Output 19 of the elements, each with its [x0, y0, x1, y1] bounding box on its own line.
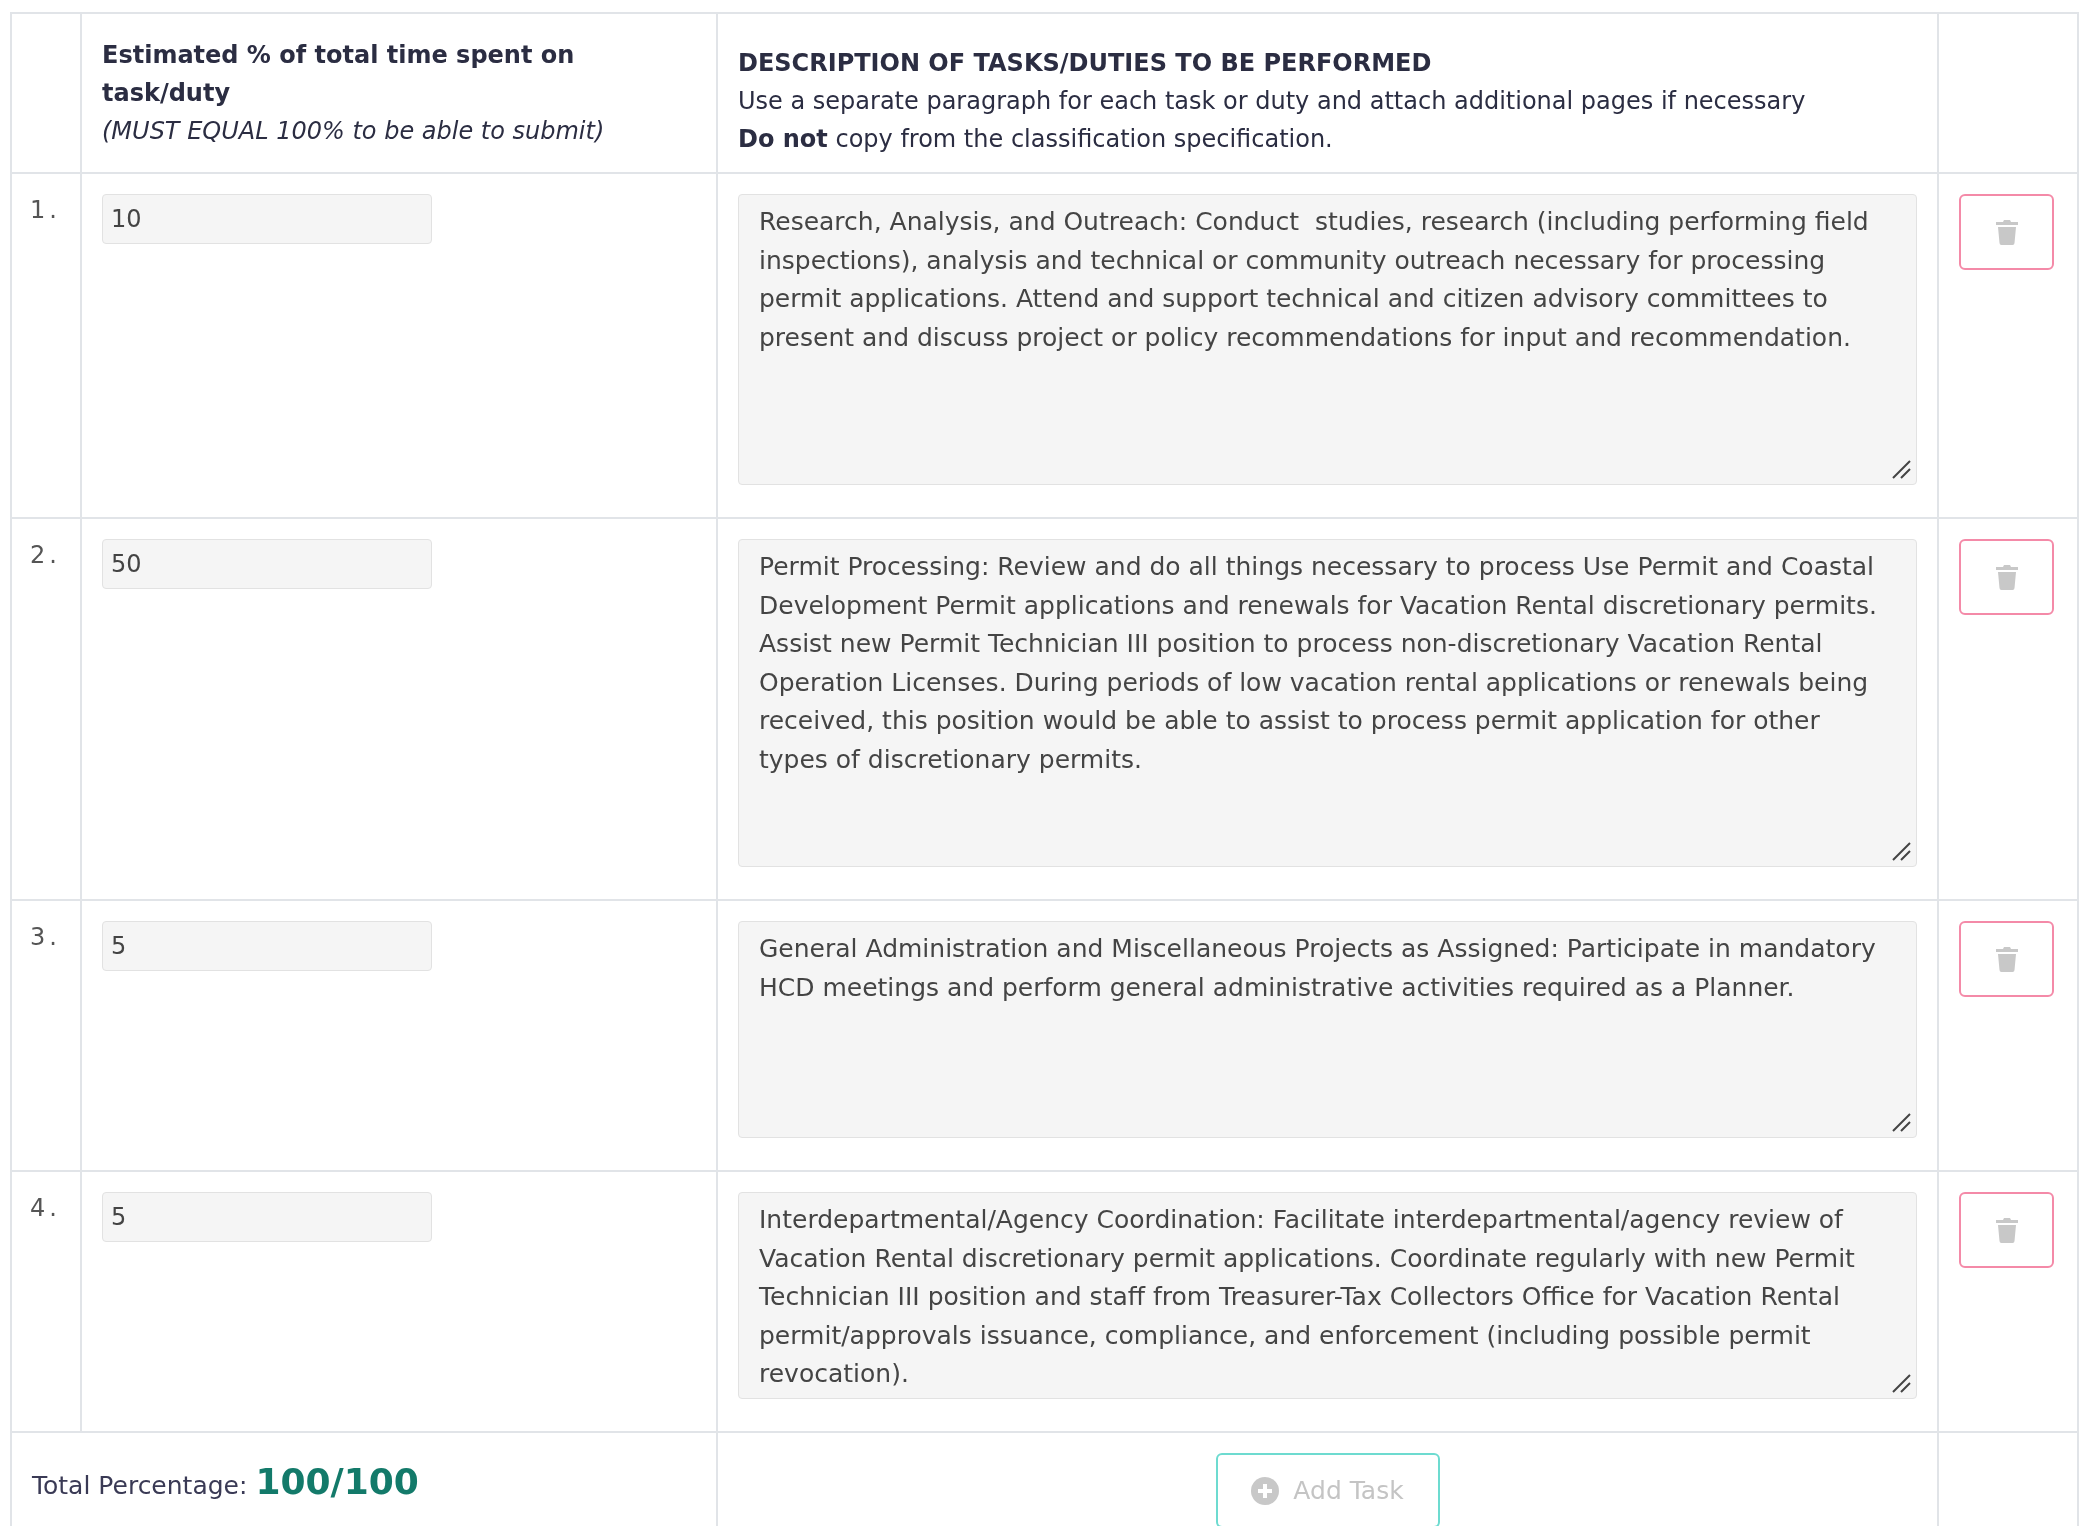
row-number: 1. [30, 196, 61, 224]
description-field[interactable]: General Administration and Miscellaneous Projects as Assigned: Participate in mandatory HCD meetings and perform general administrative activities required as a Planner. [738, 921, 1917, 1138]
percent-field[interactable]: 10 [102, 194, 432, 244]
column-heading: Estimated % of total time spent on task/duty [102, 40, 576, 109]
percent-field[interactable]: 5 [102, 1192, 432, 1242]
percent-field[interactable]: 50 [102, 539, 432, 589]
total-value: 100/100 [255, 1461, 419, 1502]
column-note: Do not copy from the classification specification. [738, 124, 1334, 155]
total-label: Total Percentage: [32, 1471, 248, 1500]
percent-field[interactable]: 5 [102, 921, 432, 971]
row-number: 3. [30, 923, 61, 951]
description-field[interactable]: Research, Analysis, and Outreach: Conduct studies, research (including performing field inspections), analysis and technical or community outreach necessary for processing permit applications. Attend and support technical and citizen advisory committees to present and discuss project or policy recommendations for input and recommendation. [738, 194, 1917, 485]
column-note: Use a separate paragraph for each task or duty and attach additional pages if necessary [738, 86, 1807, 117]
row-number: 2. [30, 541, 61, 569]
description-field[interactable]: Permit Processing: Review and do all things necessary to process Use Permit and Coastal Development Permit applications and renewals for Vacation Rental discretionary permits. Assist new Permit Technician III position to process non-discretionary Vacation Rental Operation Licenses. During periods of low vacation rental applications or renewals being received, this position would be able to assist to process permit application for other types of discretionary permits. [738, 539, 1917, 867]
column-heading: DESCRIPTION OF TASKS/DUTIES TO BE PERFORMED [738, 48, 1433, 79]
description-field[interactable]: Interdepartmental/Agency Coordination: Facilitate interdepartmental/agency review of Vacation Rental discretionary permit applications. Coordinate regularly with new Permit Technician III position and staff from Treasurer-Tax Collectors Office for Vacation Rental permit/approvals issuance, compliance, and enforcement (including possible permit revocation). [738, 1192, 1917, 1399]
row-number: 4. [30, 1194, 61, 1222]
column-note: (MUST EQUAL 100% to be able to submit) [102, 116, 606, 147]
